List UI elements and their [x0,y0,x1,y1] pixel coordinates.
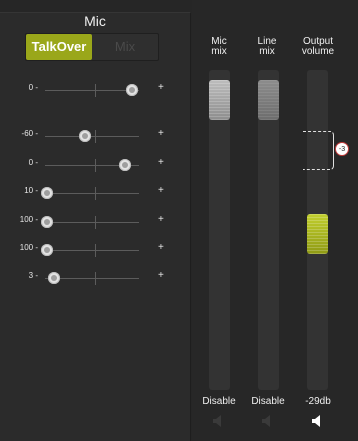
mic-mix-fader-handle[interactable] [209,80,230,120]
slider-min-label: 10 - [24,186,38,195]
slider-min-label: 100 - [19,243,38,252]
speaker-icon-disabled[interactable] [211,414,227,428]
fader-label-line: mix [211,46,227,57]
mic-mix-fader-track[interactable] [209,70,230,390]
mic-slider-row: -60 - + [0,128,190,144]
line-mix-status: Disable [251,396,285,407]
mic-slider-row: 100 - + [0,242,190,258]
slider-min-label: 100 - [19,215,38,224]
output-volume-db: -29db [305,396,331,407]
slider-track[interactable] [45,222,139,223]
slider-knob[interactable] [40,187,53,199]
slider-min-label: -60 - [21,129,38,138]
slider-increase-button[interactable]: + [158,214,164,225]
mic-slider-row: 10 - + [0,185,190,201]
line-mix-fader-track[interactable] [258,70,279,390]
slider-min-label: 0 - [28,83,38,92]
slider-min-label: 3 - [28,271,38,280]
slider-knob[interactable] [79,130,92,142]
slider-increase-button[interactable]: + [158,242,164,253]
slider-center-tick [95,216,96,229]
slider-track[interactable] [45,136,139,137]
output-marker-bracket [303,131,334,170]
slider-center-tick [95,84,96,97]
output-volume-label: Output volume [298,37,338,57]
output-volume-fader-track[interactable] [307,70,328,390]
slider-knob[interactable] [40,216,53,228]
fader-label-line: mix [259,46,275,57]
output-volume-fader-handle[interactable] [307,214,328,255]
line-mix-label: Line mix [247,37,287,57]
mic-mix-status: Disable [202,396,236,407]
slider-increase-button[interactable]: + [158,185,164,196]
slider-track[interactable] [45,193,139,194]
mic-slider-row: 100 - + [0,214,190,230]
slider-track[interactable] [45,90,139,91]
slider-center-tick [95,159,96,172]
mic-slider-row: 3 - + [0,270,190,286]
slider-center-tick [95,272,96,285]
slider-track[interactable] [45,250,139,251]
slider-increase-button[interactable]: + [158,82,164,93]
talkover-button[interactable]: TalkOver [26,34,92,60]
slider-center-tick [95,187,96,200]
mic-mix-label: Mic mix [199,37,239,57]
slider-knob[interactable] [48,272,61,284]
mic-title: Mic [84,13,106,29]
fader-label-line: volume [301,46,335,57]
mix-button[interactable]: Mix [92,34,158,60]
mode-toggle: TalkOver Mix [25,33,159,61]
slider-increase-button[interactable]: + [158,157,164,168]
mic-slider-row: 0 - + [0,157,190,173]
mic-slider-row: 0 - + [0,82,190,98]
slider-knob[interactable] [126,84,139,96]
line-mix-fader-handle[interactable] [258,80,279,120]
slider-knob[interactable] [118,159,131,171]
speaker-icon[interactable] [310,414,326,428]
output-marker-badge[interactable]: -3 [335,142,349,156]
slider-min-label: 0 - [28,158,38,167]
slider-increase-button[interactable]: + [158,128,164,139]
speaker-icon-disabled[interactable] [260,414,276,428]
slider-center-tick [95,130,96,143]
slider-increase-button[interactable]: + [158,270,164,281]
slider-center-tick [95,244,96,257]
slider-knob[interactable] [40,244,53,256]
